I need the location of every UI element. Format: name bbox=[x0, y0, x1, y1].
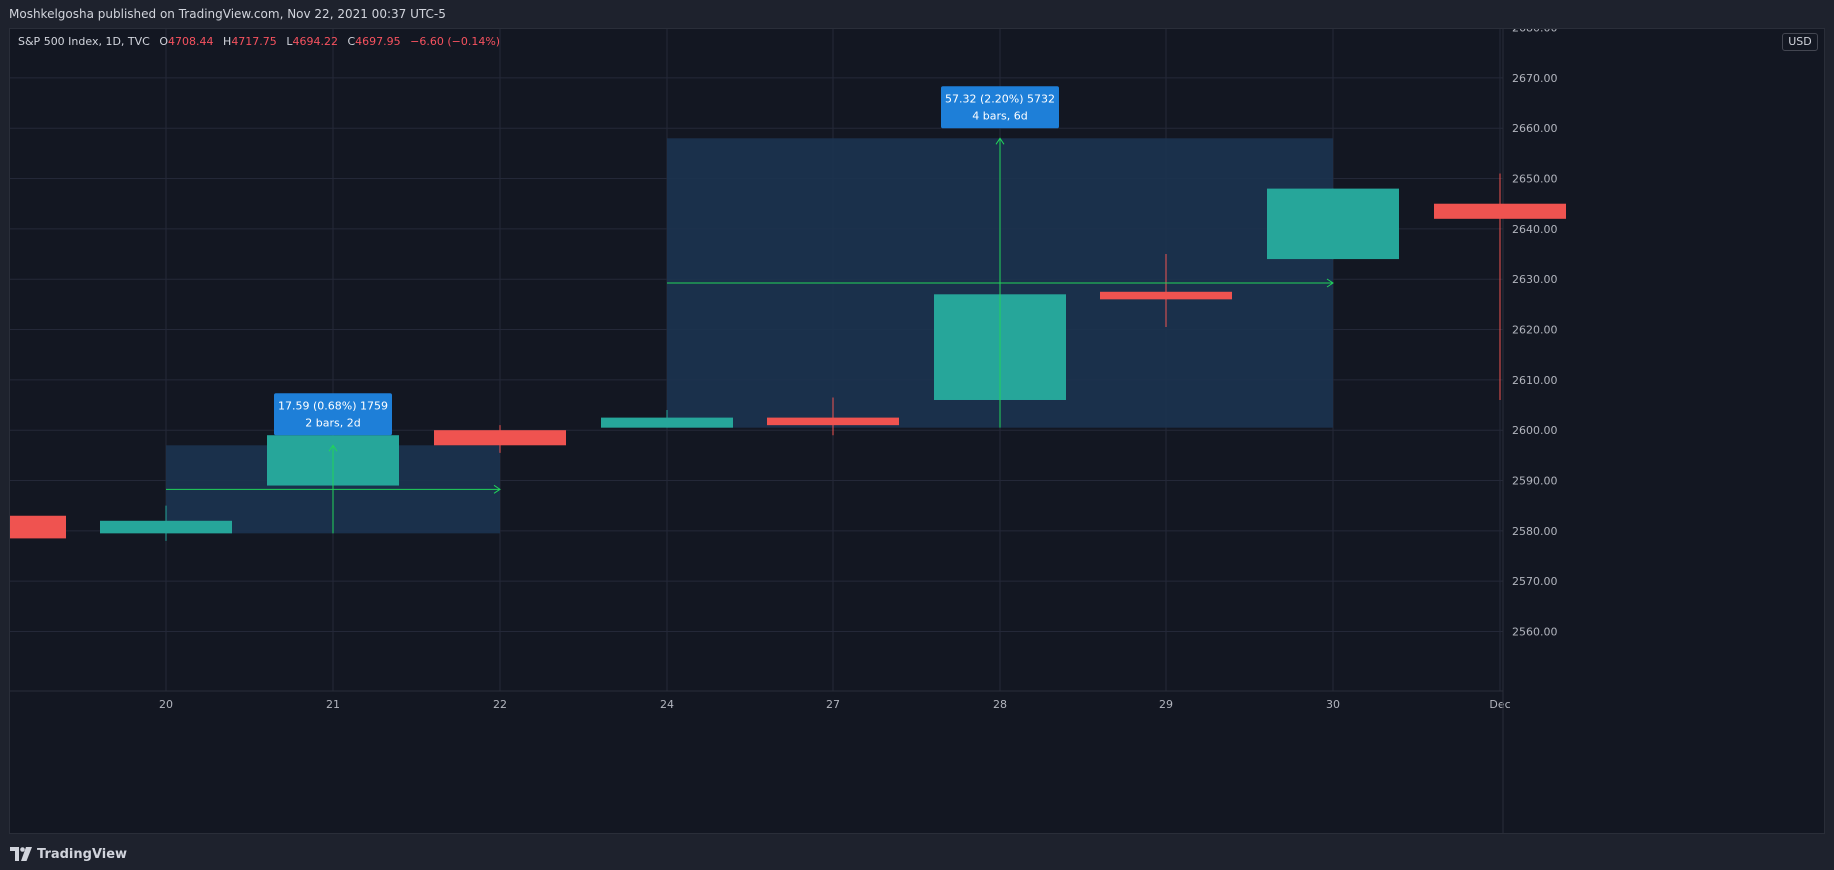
x-tick-label: 24 bbox=[660, 698, 674, 711]
legend-symbol: S&P 500 Index, 1D, TVC bbox=[18, 35, 150, 48]
y-tick-label: 2650.00 bbox=[1512, 173, 1558, 186]
measure-label-line1: 57.32 (2.20%) 5732 bbox=[945, 92, 1055, 105]
y-tick-label: 2620.00 bbox=[1512, 324, 1558, 337]
x-tick-label: 20 bbox=[159, 698, 173, 711]
candle-up[interactable] bbox=[100, 520, 232, 534]
y-tick-label: 2660.00 bbox=[1512, 122, 1558, 135]
x-tick-label: 27 bbox=[826, 698, 840, 711]
legend-change: −6.60 (−0.14%) bbox=[410, 35, 501, 48]
y-tick-label: 2600.00 bbox=[1512, 424, 1558, 437]
y-tick-label: 2570.00 bbox=[1512, 575, 1558, 588]
y-tick-label: 2630.00 bbox=[1512, 273, 1558, 286]
y-tick-label: 2560.00 bbox=[1512, 626, 1558, 639]
candle-up[interactable] bbox=[1267, 188, 1399, 260]
x-tick-label: Dec bbox=[1489, 698, 1510, 711]
x-tick-label: 21 bbox=[326, 698, 340, 711]
candle-down[interactable] bbox=[1100, 291, 1232, 300]
x-tick-label: 30 bbox=[1326, 698, 1340, 711]
measure-label-line1: 17.59 (0.68%) 1759 bbox=[278, 399, 388, 412]
legend-open-value: 4708.44 bbox=[168, 35, 214, 48]
legend-high-value: 4717.75 bbox=[231, 35, 277, 48]
tradingview-brand[interactable]: TradingView bbox=[10, 845, 127, 863]
currency-button[interactable]: USD bbox=[1782, 33, 1818, 51]
x-tick-label: 28 bbox=[993, 698, 1007, 711]
legend-close-value: 4697.95 bbox=[355, 35, 401, 48]
candle-down[interactable] bbox=[1434, 203, 1566, 219]
brand-name: TradingView bbox=[37, 846, 128, 862]
tradingview-logo-icon bbox=[10, 847, 32, 861]
y-tick-label: 2590.00 bbox=[1512, 475, 1558, 488]
legend-low-value: 4694.22 bbox=[292, 35, 338, 48]
y-tick-label: 2580.00 bbox=[1512, 525, 1558, 538]
chart-pane[interactable]: 2560.00 2570.00 2580.00 2590.00 2600.00 2610.… bbox=[9, 28, 1825, 834]
y-tick-label: 2670.00 bbox=[1512, 72, 1558, 85]
y-tick-label: 2680.00 bbox=[1512, 29, 1558, 35]
y-tick-label: 2610.00 bbox=[1512, 374, 1558, 387]
x-tick-label: 22 bbox=[493, 698, 507, 711]
candle-down[interactable] bbox=[434, 430, 566, 446]
top-bar: Moshkelgosha published on TradingView.co… bbox=[0, 0, 1834, 28]
legend-open-label: O bbox=[159, 35, 169, 48]
measure-label-line2: 4 bars, 6d bbox=[972, 109, 1027, 122]
published-caption: Moshkelgosha published on TradingView.co… bbox=[9, 7, 446, 21]
y-tick-label: 2640.00 bbox=[1512, 223, 1558, 236]
candle-up[interactable] bbox=[601, 417, 733, 428]
bottom-bar: TradingView bbox=[0, 838, 1834, 870]
x-tick-label: 29 bbox=[1159, 698, 1173, 711]
ohlc-legend: S&P 500 Index, 1D, TVC O4708.44 H4717.75… bbox=[18, 35, 500, 48]
candle-down[interactable] bbox=[10, 515, 66, 539]
candle-down[interactable] bbox=[767, 417, 899, 426]
measure-label-line2: 2 bars, 2d bbox=[305, 416, 360, 429]
legend-close-label: C bbox=[347, 35, 356, 48]
price-chart[interactable]: 2560.00 2570.00 2580.00 2590.00 2600.00 2610.… bbox=[10, 29, 1824, 833]
